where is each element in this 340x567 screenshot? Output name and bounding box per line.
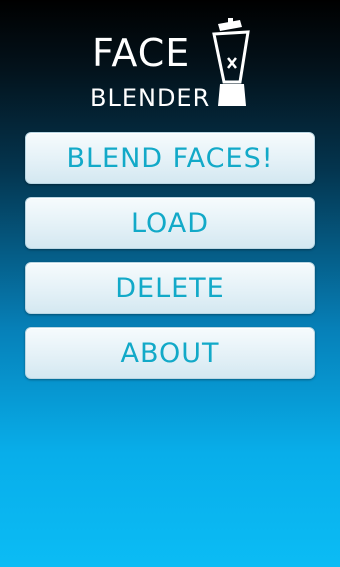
load-button[interactable]: LOAD [25,197,315,249]
delete-button[interactable]: DELETE [25,262,315,314]
app-logo: FACE BLENDER [88,18,258,118]
blend-faces-button[interactable]: BLEND FACES! [25,132,315,184]
delete-label: DELETE [115,272,225,304]
logo-title-blender: BLENDER [90,84,211,112]
about-button[interactable]: ABOUT [25,327,315,379]
blender-icon [212,18,250,106]
main-menu: BLEND FACES! LOAD DELETE ABOUT [25,132,315,392]
blend-faces-label: BLEND FACES! [66,142,274,174]
load-label: LOAD [130,207,210,239]
logo-title-face: FACE [92,31,191,75]
about-label: ABOUT [120,337,220,369]
